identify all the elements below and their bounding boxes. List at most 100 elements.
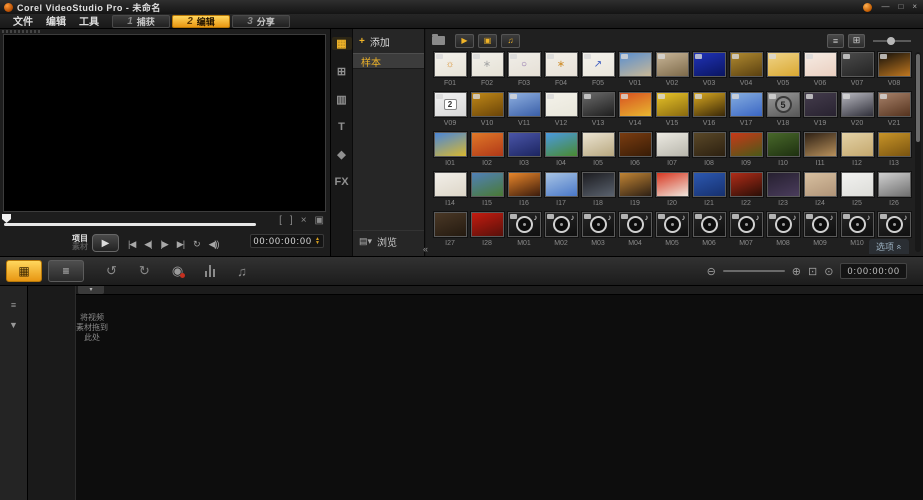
gallery-item-V08[interactable]: V08 (876, 52, 912, 92)
step-tab-分享[interactable]: 3分享 (232, 15, 290, 28)
undo-icon[interactable]: ↺ (106, 263, 117, 279)
gallery-item-I07[interactable]: I07 (654, 132, 690, 172)
gallery-item-I16[interactable]: I16 (506, 172, 542, 212)
end-button[interactable]: ▶| (177, 239, 184, 249)
gallery-item-V06[interactable]: V06 (802, 52, 838, 92)
gallery-item-I23[interactable]: I23 (765, 172, 801, 212)
gallery-item-V09[interactable]: 2V09 (432, 92, 468, 132)
gallery-item-V17[interactable]: V17 (728, 92, 764, 132)
gallery-item-I17[interactable]: I17 (543, 172, 579, 212)
repeat-button[interactable]: ↻ (193, 239, 200, 249)
close-button[interactable]: × (912, 3, 917, 11)
expand-tracks-icon[interactable]: ▼ (9, 320, 18, 330)
gallery-item-I22[interactable]: I22 (728, 172, 764, 212)
gallery-item-M01[interactable]: ♪M01 (506, 212, 542, 252)
gallery-item-I03[interactable]: I03 (506, 132, 542, 172)
slider-knob[interactable] (887, 37, 895, 45)
corel-guide-icon[interactable] (863, 3, 872, 12)
timeline-view-button[interactable]: ≡ (48, 260, 84, 282)
gallery-item-I08[interactable]: I08 (691, 132, 727, 172)
gallery-item-I19[interactable]: I19 (617, 172, 653, 212)
ruler-dropdown[interactable]: ▾ (78, 286, 104, 294)
collapse-library-button[interactable]: « (423, 244, 428, 254)
gallery-item-V15[interactable]: V15 (654, 92, 690, 132)
gallery-item-F02[interactable]: ∗F02 (469, 52, 505, 92)
gallery-item-V21[interactable]: V21 (876, 92, 912, 132)
gallery-item-I06[interactable]: I06 (617, 132, 653, 172)
gallery-item-I21[interactable]: I21 (691, 172, 727, 212)
sound-mixer-icon[interactable] (205, 265, 215, 277)
list-view-icon[interactable]: ≡ (827, 34, 844, 48)
gallery-item-F05[interactable]: ↗F05 (580, 52, 616, 92)
enlarge-preview-button[interactable]: ▣ (315, 216, 324, 226)
gallery-item-I11[interactable]: I11 (802, 132, 838, 172)
track-manager-icon[interactable]: ≡ (11, 300, 16, 310)
gallery-item-I04[interactable]: I04 (543, 132, 579, 172)
timecode-spinner[interactable]: ▲▼ (315, 237, 320, 245)
gallery-item-I01[interactable]: I01 (432, 132, 468, 172)
gallery-item-M02[interactable]: ♪M02 (543, 212, 579, 252)
instant-project-icon[interactable]: ⊞ (332, 65, 352, 78)
gallery-item-V11[interactable]: V11 (506, 92, 542, 132)
next-frame-button[interactable]: |▶ (161, 239, 168, 249)
gallery-item-V14[interactable]: V14 (617, 92, 653, 132)
title-icon[interactable]: T (332, 121, 352, 133)
zoom-out-icon[interactable]: ⊖ (707, 265, 716, 278)
media-icon[interactable]: ▦ (332, 37, 352, 50)
zoom-in-icon[interactable]: ⊕ (792, 265, 801, 278)
home-button[interactable]: |◀ (128, 239, 135, 249)
step-tab-编辑[interactable]: 2编辑 (172, 15, 230, 28)
add-button[interactable]: + 添加 (353, 29, 424, 53)
gallery-item-V20[interactable]: V20 (839, 92, 875, 132)
gallery-item-M09[interactable]: ♪M09 (802, 212, 838, 252)
volume-button[interactable]: ◀)) (209, 239, 219, 249)
gallery-item-V18[interactable]: 5V18 (765, 92, 801, 132)
folder-up-icon[interactable] (432, 36, 445, 45)
gallery-item-I18[interactable]: I18 (580, 172, 616, 212)
prev-frame-button[interactable]: ◀| (144, 239, 151, 249)
gallery-item-M05[interactable]: ♪M05 (654, 212, 690, 252)
step-tab-捕获[interactable]: 1捕获 (112, 15, 170, 28)
scrub-track[interactable] (4, 223, 256, 226)
gallery-item-I02[interactable]: I02 (469, 132, 505, 172)
gallery-item-V07[interactable]: V07 (839, 52, 875, 92)
scrollbar-thumb[interactable] (916, 54, 920, 142)
gallery-item-V01[interactable]: V01 (617, 52, 653, 92)
mark-in-button[interactable]: [ (279, 216, 282, 226)
redo-icon[interactable]: ↻ (139, 263, 150, 279)
gallery-item-V05[interactable]: V05 (765, 52, 801, 92)
browse-button[interactable]: ▤▾ 浏览 (353, 230, 424, 252)
mode-clip-label[interactable]: 素材 (72, 243, 88, 251)
gallery-item-I05[interactable]: I05 (580, 132, 616, 172)
gallery-item-V16[interactable]: V16 (691, 92, 727, 132)
duration-clock-icon[interactable]: ⊙ (824, 265, 833, 278)
record-capture-icon[interactable]: ◉ (172, 263, 183, 279)
gallery-item-V10[interactable]: V10 (469, 92, 505, 132)
preview-timecode[interactable]: 00:00:00:00 ▲▼ (250, 234, 325, 248)
playback-mode-toggle[interactable]: 项目 素材 (72, 235, 88, 251)
gallery-item-I20[interactable]: I20 (654, 172, 690, 212)
gallery-item-I14[interactable]: I14 (432, 172, 468, 212)
gallery-item-V03[interactable]: V03 (691, 52, 727, 92)
minimize-button[interactable]: — (881, 3, 889, 11)
gallery-item-I24[interactable]: I24 (802, 172, 838, 212)
gallery-item-I25[interactable]: I25 (839, 172, 875, 212)
gallery-item-I13[interactable]: I13 (876, 132, 912, 172)
gallery-item-F04[interactable]: ∗F04 (543, 52, 579, 92)
menu-item-2[interactable]: 工具 (79, 17, 99, 28)
play-button[interactable]: ▶ (92, 234, 119, 252)
gallery-scrollbar[interactable] (915, 52, 921, 252)
storyboard-view-button[interactable]: ▦ (6, 260, 42, 282)
gallery-item-I10[interactable]: I10 (765, 132, 801, 172)
library-item-sample[interactable]: 样本 (353, 53, 424, 69)
gallery-item-V02[interactable]: V02 (654, 52, 690, 92)
graphic-icon[interactable]: ◆ (332, 148, 352, 161)
show-photo-filter-icon[interactable]: ▣ (478, 34, 497, 48)
video-track[interactable]: 将视频素材拖到此处 (76, 295, 923, 500)
mark-out-button[interactable]: ] (290, 216, 293, 226)
options-panel-toggle[interactable]: 选项 « (869, 239, 909, 254)
split-clip-button[interactable]: × (301, 216, 307, 226)
gallery-item-V19[interactable]: V19 (802, 92, 838, 132)
gallery-item-I12[interactable]: I12 (839, 132, 875, 172)
transition-icon[interactable]: ▥ (332, 93, 352, 106)
